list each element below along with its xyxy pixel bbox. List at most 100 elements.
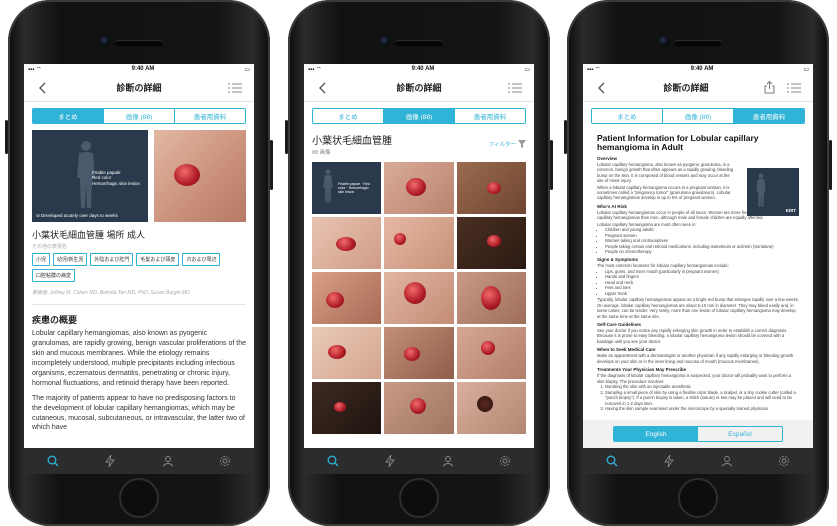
list-menu-icon[interactable] — [785, 79, 803, 97]
status-bar: ▪▪▪ ⌔ 9:40 AM ▭ — [583, 64, 813, 74]
lang-english-button[interactable]: English — [614, 427, 698, 441]
front-camera — [659, 36, 669, 46]
list-menu-icon[interactable] — [506, 79, 524, 97]
share-icon[interactable] — [761, 79, 779, 97]
filter-button[interactable]: フィルター — [489, 140, 526, 148]
list-menu-icon[interactable] — [226, 79, 244, 97]
contributors: 寄稿者: Jeffrey M. Cohen MD, Belinda Tan MD… — [32, 290, 190, 296]
lightning-icon[interactable] — [101, 452, 119, 470]
gallery-thumb[interactable] — [312, 327, 382, 379]
lightning-icon[interactable] — [660, 452, 678, 470]
gallery-thumb[interactable] — [384, 162, 454, 214]
gallery-thumb[interactable] — [456, 162, 526, 214]
lang-spanish-button[interactable]: Español — [698, 427, 782, 441]
gallery-thumb[interactable] — [312, 272, 382, 324]
lesion-mark — [410, 398, 427, 414]
tag-chip[interactable]: 外陰および肛門 — [90, 253, 134, 266]
image-grid: Friable papule · Red color · Hemorrhagic… — [304, 158, 534, 438]
back-chevron-icon[interactable] — [34, 79, 52, 97]
back-chevron-icon[interactable] — [314, 79, 332, 97]
section-text: Make an appointment with a dermatologist… — [597, 353, 794, 364]
screen-patient-info: ▪▪▪ ⌔ 9:40 AM ▭ 診断の詳細 まとめ 画像 (88) 患者用資料 — [583, 64, 813, 474]
gallery-thumb[interactable] — [456, 217, 526, 269]
gallery-thumb[interactable] — [312, 382, 382, 434]
gallery-thumb[interactable] — [384, 272, 454, 324]
section-heading: When to Seek Medical Care — [597, 347, 656, 353]
lightning-icon[interactable] — [381, 452, 399, 470]
funnel-icon — [518, 140, 526, 148]
gallery-thumb[interactable] — [456, 327, 526, 379]
body-silhouette-icon — [756, 173, 766, 207]
gallery-thumb[interactable]: Friable papule · Red color · Hemorrhagic… — [312, 162, 382, 214]
hero-caption: Friable papule Red color Hemorrhagic ski… — [92, 170, 140, 186]
overview-paragraph: Lobular capillary hemangiomas, also know… — [32, 330, 247, 387]
tab-patient-info[interactable]: 患者用資料 — [455, 109, 525, 123]
lesion-mark — [406, 178, 427, 196]
battery-icon: ▭ — [244, 66, 250, 73]
nav-bar: 診断の詳細 — [583, 74, 813, 102]
tag-chip[interactable]: 幼児/新生児 — [53, 253, 88, 266]
search-icon[interactable] — [324, 452, 342, 470]
screen-gallery: ▪▪▪ ⌔ 9:40 AM ▭ 診断の詳細 まとめ 画像 (88) 患者用資料 … — [304, 64, 534, 474]
list-item: Upper trunk — [605, 291, 799, 296]
risk-list: Children and young adults Pregnant women… — [605, 227, 799, 254]
speaker — [115, 40, 163, 46]
gear-icon[interactable] — [216, 452, 234, 470]
overview-paragraph: The majority of patients appear to have … — [32, 394, 245, 432]
tab-summary[interactable]: まとめ — [592, 109, 663, 123]
overview-heading: 疾患の概要 — [32, 315, 78, 325]
tag-chip[interactable]: 口腔粘膜の病変 — [32, 269, 76, 282]
home-button[interactable] — [678, 478, 718, 518]
gallery-thumb[interactable] — [384, 327, 454, 379]
speaker — [674, 40, 722, 46]
search-icon[interactable] — [44, 452, 62, 470]
tag-chip[interactable]: 毛髪および頭皮 — [136, 253, 180, 266]
body-silhouette-icon — [323, 169, 333, 203]
tab-patient-info[interactable]: 患者用資料 — [734, 109, 804, 123]
gear-icon[interactable] — [496, 452, 514, 470]
gallery-thumb[interactable] — [456, 272, 526, 324]
tab-images[interactable]: 画像 (88) — [663, 109, 734, 123]
gear-icon[interactable] — [775, 452, 793, 470]
disease-title: 小葉状毛細血管腫 場所 成人 — [32, 230, 146, 240]
document-image[interactable]: EDIT — [747, 168, 799, 216]
tab-summary[interactable]: まとめ — [313, 109, 384, 123]
segmented-control: まとめ 画像 (88) 患者用資料 — [591, 108, 805, 124]
status-bar: ▪▪▪ ⌔ 9:40 AM ▭ — [24, 64, 254, 74]
gallery-thumb[interactable] — [456, 382, 526, 434]
tag-chip[interactable]: 小児 — [32, 253, 51, 266]
gallery-thumb[interactable] — [384, 217, 454, 269]
lesion-photo[interactable] — [154, 130, 246, 222]
list-item: People on chemotherapy — [605, 249, 799, 254]
tab-images[interactable]: 画像 (88) — [104, 109, 175, 123]
phone-frame-gallery: ▪▪▪ ⌔ 9:40 AM ▭ 診断の詳細 まとめ 画像 (88) 患者用資料 … — [285, 0, 553, 526]
profile-icon[interactable] — [159, 452, 177, 470]
lesion-mark — [326, 292, 344, 308]
gallery-thumb[interactable] — [384, 382, 454, 434]
front-camera — [100, 36, 110, 46]
list-item: Having the skin sample examined under th… — [605, 406, 799, 411]
gallery-thumb[interactable] — [312, 217, 382, 269]
home-button[interactable] — [399, 478, 439, 518]
home-button[interactable] — [119, 478, 159, 518]
lesion-mark — [394, 233, 407, 245]
section-text: Lobular capillary hemangioma, also known… — [597, 161, 734, 184]
language-toggle: English Español — [613, 426, 783, 442]
body-diagram-image[interactable]: Friable papule Red color Hemorrhagic ski… — [32, 130, 148, 222]
tag-chip[interactable]: 爪および周辺 — [182, 253, 221, 266]
lesion-mark — [336, 237, 356, 251]
divider — [32, 304, 246, 305]
edit-button[interactable]: EDIT — [786, 208, 796, 213]
tab-patient-info[interactable]: 患者用資料 — [175, 109, 245, 123]
back-chevron-icon[interactable] — [593, 79, 611, 97]
tab-images[interactable]: 画像 (88) — [384, 109, 455, 123]
profile-icon[interactable] — [718, 452, 736, 470]
search-icon[interactable] — [603, 452, 621, 470]
speaker — [395, 40, 443, 46]
image-count: 88 画像 — [312, 150, 331, 156]
section-heading: Signs & Symptoms — [597, 257, 639, 263]
profile-icon[interactable] — [439, 452, 457, 470]
lesion-mark — [174, 164, 200, 186]
tab-summary[interactable]: まとめ — [33, 109, 104, 123]
also-known-label: その他の表現名 — [32, 244, 68, 250]
